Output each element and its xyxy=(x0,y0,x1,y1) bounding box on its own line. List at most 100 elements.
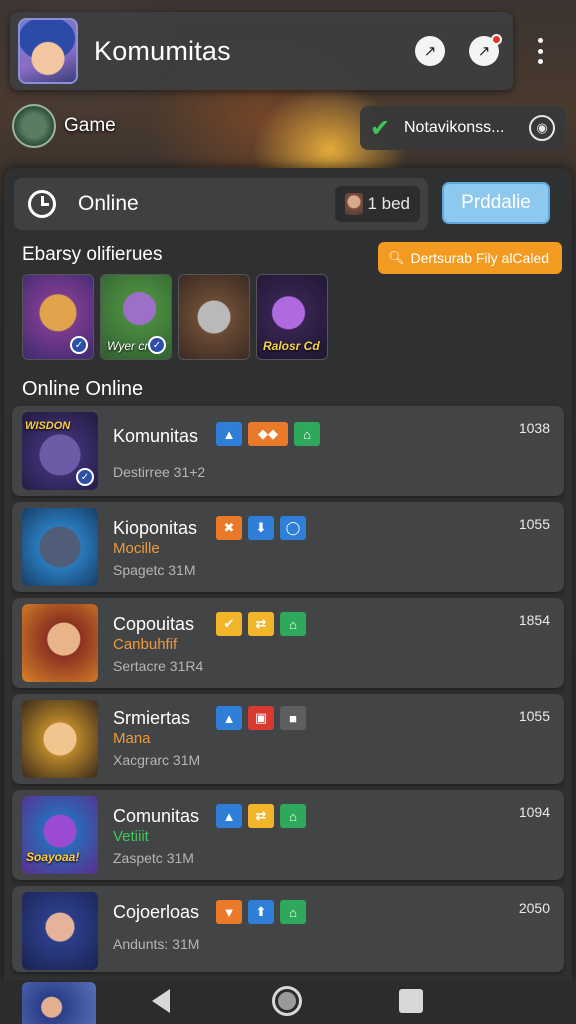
megaphone-icon: ↗ xyxy=(477,43,491,60)
triangle-icon: ▲ xyxy=(216,804,242,828)
shield-icon: ⌂ xyxy=(294,422,320,446)
triangle-icon: ▲ xyxy=(216,422,242,446)
community-subtitle: Canbuhfif xyxy=(113,636,178,653)
recent-apps-icon[interactable] xyxy=(399,989,423,1013)
more-options-icon[interactable] xyxy=(530,38,550,64)
back-icon[interactable] xyxy=(152,989,170,1013)
check-icon: ✔ xyxy=(216,612,242,636)
community-thumbnail xyxy=(22,892,98,970)
community-subtitle: Mana xyxy=(113,730,151,747)
community-list: WISDON ✓ Komunitas ▲ ◆◆ ⌂ Destirree 31+2… xyxy=(12,406,564,978)
community-thumbnail: WISDON ✓ xyxy=(22,412,98,490)
shield-icon: ⌂ xyxy=(280,612,306,636)
community-title: Cojoerloas xyxy=(113,902,200,922)
featured-thumb[interactable]: Wyer cruc ✓ xyxy=(100,274,172,360)
cross-icon: ✖ xyxy=(216,516,242,540)
list-item[interactable]: Copouitas ✔ ⇄ ⌂ Canbuhfif Sertacre 31R4 … xyxy=(12,598,564,688)
featured-thumb[interactable] xyxy=(178,274,250,360)
list-heading: Online Online xyxy=(22,378,144,400)
community-thumbnail xyxy=(22,700,98,778)
community-thumbnail xyxy=(22,604,98,682)
search-filter-label: Dertsurab Fily alCaled xyxy=(410,250,550,266)
featured-heading: Ebarsy olifierues xyxy=(22,244,163,265)
header-actions: ↗ ↗ xyxy=(415,34,502,66)
notification-pill[interactable]: ✔ Notavikonss... ◉ xyxy=(360,106,565,150)
drop-icon: ◯ xyxy=(280,516,306,540)
home-icon[interactable] xyxy=(272,986,302,1016)
member-count: 1055 xyxy=(518,708,550,724)
search-filter-button[interactable]: 🔍︎ Dertsurab Fily alCaled xyxy=(378,242,562,274)
member-count: 2050 xyxy=(518,900,550,916)
trend-icon: ↗ xyxy=(423,43,437,60)
page-title: Komumitas xyxy=(94,35,231,66)
community-meta: Destirree 31+2 xyxy=(113,464,206,480)
community-meta: Xacgrarc 31M xyxy=(113,752,201,768)
member-count: 1038 xyxy=(518,420,550,436)
upload-icon: ⬆ xyxy=(248,900,274,924)
system-nav-bar xyxy=(0,980,576,1024)
community-meta: Sertacre 31R4 xyxy=(113,658,204,674)
game-badge[interactable]: Game xyxy=(12,104,116,148)
user-circle-icon[interactable]: ◉ xyxy=(529,115,555,141)
puzzle-icon: ■ xyxy=(280,706,306,730)
app-header: Komumitas ↗ ↗ xyxy=(10,12,513,90)
chevron-down-icon: ▼ xyxy=(216,900,242,924)
featured-thumb[interactable]: Ralosr Cd xyxy=(256,274,328,360)
online-status-card[interactable]: Online 1 bed xyxy=(14,178,428,230)
tag-icons: ✖ ⬇ ◯ xyxy=(216,516,306,540)
community-meta: Zaspetc 31M xyxy=(113,850,194,866)
thumb-label: Soayoaa! xyxy=(26,850,80,864)
check-icon: ✔ xyxy=(370,114,391,142)
community-title: Komunitas xyxy=(113,426,199,446)
thumb-caption: Ralosr Cd xyxy=(263,339,320,353)
list-item[interactable]: Cojoerloas ▼ ⬆ ⌂ Andunts: 31M 2050 xyxy=(12,886,564,972)
list-item[interactable]: Kioponitas ✖ ⬇ ◯ Mocille Spagetc 31M 105… xyxy=(12,502,564,592)
notifications-button[interactable]: ↗ xyxy=(469,34,502,66)
community-title: Comunitas xyxy=(113,806,200,826)
triangle-icon: ▲ xyxy=(216,706,242,730)
tag-icons: ▲ ▣ ■ xyxy=(216,706,306,730)
verified-icon: ✓ xyxy=(70,336,88,354)
online-label: Online xyxy=(78,192,139,215)
member-count: 1854 xyxy=(518,612,550,628)
profile-tab-avatar[interactable] xyxy=(22,982,96,1024)
member-count: 1055 xyxy=(518,516,550,532)
list-item[interactable]: WISDON ✓ Komunitas ▲ ◆◆ ⌂ Destirree 31+2… xyxy=(12,406,564,496)
notification-dot xyxy=(491,34,502,45)
controller-icon: ▣ xyxy=(248,706,274,730)
featured-thumb[interactable]: ✓ xyxy=(22,274,94,360)
community-meta: Spagetc 31M xyxy=(113,562,196,578)
game-label: Game xyxy=(64,115,116,136)
primary-action-button[interactable]: Prddalie xyxy=(442,182,550,224)
clock-icon xyxy=(28,190,56,218)
verified-icon: ✓ xyxy=(76,468,94,486)
search-icon: 🔍︎ xyxy=(388,250,405,265)
member-count: 1094 xyxy=(518,804,550,820)
featured-thumbnails: ✓ Wyer cruc ✓ Ralosr Cd xyxy=(22,274,328,360)
thumb-label: WISDON xyxy=(25,420,71,432)
bed-text: 1 bed xyxy=(367,194,410,213)
community-thumbnail: Soayoaa! xyxy=(22,796,98,874)
community-title: Copouitas xyxy=(113,614,195,634)
arrows-icon: ⇄ xyxy=(248,612,274,636)
trend-button[interactable]: ↗ xyxy=(415,36,445,66)
community-subtitle: Vetiiit xyxy=(113,828,149,845)
bed-avatar xyxy=(345,193,364,215)
download-icon: ⬇ xyxy=(248,516,274,540)
bed-chip[interactable]: 1 bed xyxy=(335,186,420,222)
community-meta: Andunts: 31M xyxy=(113,936,200,952)
community-title: Kioponitas xyxy=(113,518,198,538)
shield-icon: ⌂ xyxy=(280,804,306,828)
verified-icon: ✓ xyxy=(148,336,166,354)
item-icon: ◆◆ xyxy=(248,422,288,446)
tag-icons: ✔ ⇄ ⌂ xyxy=(216,612,306,636)
arrows-icon: ⇄ xyxy=(248,804,274,828)
tag-icons: ▲ ⇄ ⌂ xyxy=(216,804,306,828)
list-item[interactable]: Srmiertas ▲ ▣ ■ Mana Xacgrarc 31M 1055 xyxy=(12,694,564,784)
tag-icons: ▼ ⬆ ⌂ xyxy=(216,900,306,924)
community-thumbnail xyxy=(22,508,98,586)
shield-icon: ⌂ xyxy=(280,900,306,924)
notification-text: Notavikonss... xyxy=(404,119,505,136)
profile-avatar[interactable] xyxy=(18,18,78,84)
list-item[interactable]: Soayoaa! Comunitas ▲ ⇄ ⌂ Vetiiit Zaspetc… xyxy=(12,790,564,880)
